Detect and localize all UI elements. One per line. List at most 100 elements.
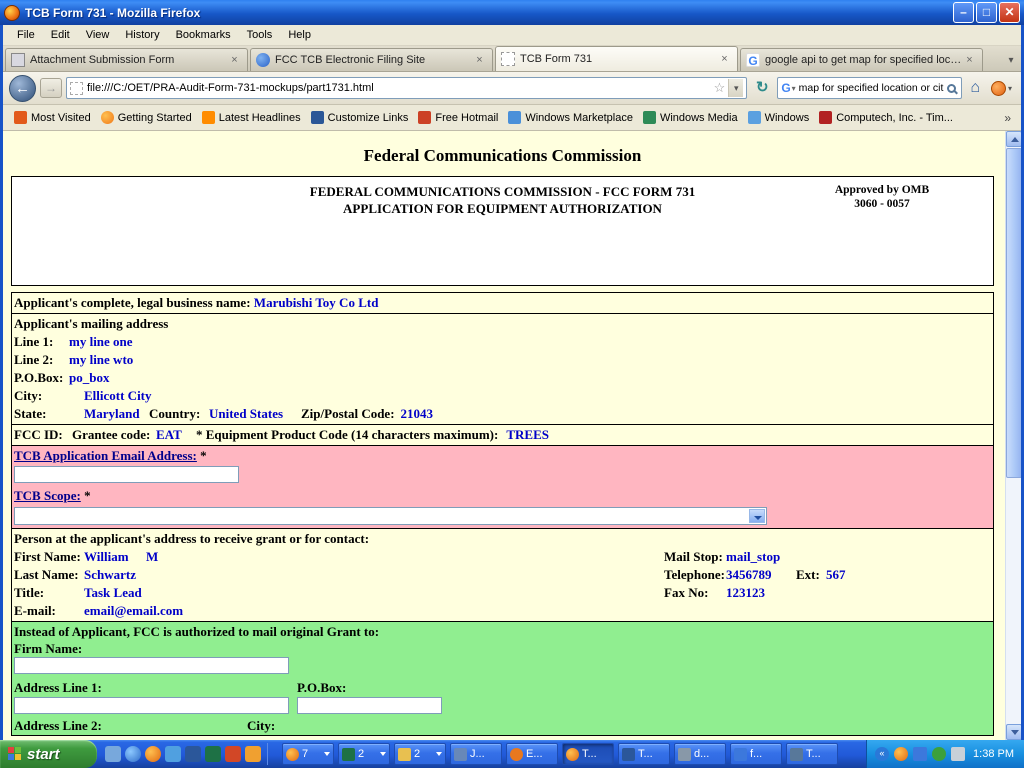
telephone-value: 3456789 [726,566,796,584]
tab-google-api-map[interactable]: G google api to get map for specified lo… [740,48,983,71]
reload-button[interactable]: ↻ [751,77,773,99]
powerpoint-icon[interactable] [225,746,241,762]
tray-shield-icon[interactable] [932,747,946,761]
tcb-email-label[interactable]: TCB Application Email Address: [14,448,197,463]
email-icon[interactable] [165,746,181,762]
tab-close-icon[interactable]: × [717,52,732,67]
vertical-scrollbar[interactable] [1005,131,1021,740]
bookmark-icon [14,111,27,124]
bookmark-windows-marketplace[interactable]: Windows Marketplace [503,109,638,126]
bookmark-computech[interactable]: Computech, Inc. - Tim... [814,109,958,126]
tcb-scope-select[interactable] [14,507,767,525]
scroll-down-button[interactable] [1006,724,1021,740]
menu-tools[interactable]: Tools [239,27,281,43]
menu-help[interactable]: Help [280,27,319,43]
task-button-e[interactable]: E... [506,743,558,765]
business-name-value: Marubishi Toy Co Ltd [254,295,379,310]
search-input[interactable] [799,82,948,94]
bookmark-windows-media[interactable]: Windows Media [638,109,743,126]
close-button[interactable]: ✕ [999,2,1020,23]
start-button[interactable]: start [0,740,97,768]
country-value: United States [209,405,301,423]
chevron-down-icon [380,752,386,756]
tab-close-icon[interactable]: × [962,53,977,68]
tab-close-icon[interactable]: × [472,53,487,68]
fcc-id-section: FCC ID:Grantee code:EAT* Equipment Produ… [12,424,993,445]
media-player-icon[interactable] [245,746,261,762]
task-button-word[interactable]: T... [618,743,670,765]
bookmark-free-hotmail[interactable]: Free Hotmail [413,109,503,126]
task-button-tcb-form[interactable]: T... [562,743,614,765]
search-box[interactable]: G ▾ [777,77,962,99]
tab-attachment-submission-form[interactable]: Attachment Submission Form × [5,48,248,71]
back-button[interactable]: ← [9,75,36,102]
menu-history[interactable]: History [117,27,167,43]
bookmark-icon [101,111,114,124]
mailing-heading: Applicant's mailing address [14,316,168,331]
menu-view[interactable]: View [78,27,118,43]
bookmark-icon [819,111,832,124]
chevron-down-icon [436,752,442,756]
addon-button[interactable]: ▾ [988,81,1015,96]
menu-edit[interactable]: Edit [43,27,78,43]
list-all-tabs-button[interactable]: ▾ [1002,51,1020,71]
task-button-t[interactable]: T... [786,743,838,765]
tray-collapse-button[interactable]: « [875,747,889,761]
rss-icon [202,111,215,124]
grant-address1-input[interactable] [14,697,289,714]
bookmark-star-icon[interactable]: ☆ [711,80,729,96]
taskbar-clock[interactable]: 1:38 PM [970,748,1014,760]
minimize-button[interactable]: – [953,2,974,23]
excel-icon[interactable] [205,746,221,762]
bookmark-icon [508,111,521,124]
select-dropdown-icon[interactable] [749,509,765,523]
tab-fcc-tcb-filing-site[interactable]: FCC TCB Electronic Filing Site × [250,48,493,71]
tcb-email-input[interactable] [14,466,239,483]
middle-initial-value: M [146,549,158,564]
bookmark-windows[interactable]: Windows [743,109,815,126]
grant-pobox-input[interactable] [297,697,442,714]
ie-icon[interactable] [125,746,141,762]
search-engine-dropdown[interactable]: ▾ [792,84,796,93]
scrollbar-thumb[interactable] [1006,148,1021,478]
bookmarks-toolbar: Most Visited Getting Started Latest Head… [3,105,1021,131]
bookmark-customize-links[interactable]: Customize Links [306,109,414,126]
task-button-d[interactable]: d... [674,743,726,765]
google-favicon: G [746,53,760,67]
tab-tcb-form-731[interactable]: TCB Form 731 × [495,46,738,71]
bookmark-latest-headlines[interactable]: Latest Headlines [197,109,306,126]
maximize-button[interactable]: □ [976,2,997,23]
show-desktop-icon[interactable] [105,746,121,762]
page-title: Federal Communications Commission [11,146,994,166]
firefox-quicklaunch-icon[interactable] [145,746,161,762]
pobox-value: po_box [69,370,109,385]
task-group-excel[interactable]: 2 [338,743,390,765]
grantee-code-value: EAT [156,426,196,444]
home-button[interactable]: ⌂ [966,79,984,97]
title-value: Task Lead [84,585,142,600]
menu-bookmarks[interactable]: Bookmarks [168,27,239,43]
bookmarks-overflow-button[interactable]: » [1000,111,1015,125]
tray-update-icon[interactable] [894,747,908,761]
task-button-f[interactable]: f... [730,743,782,765]
task-group-folders[interactable]: 2 [394,743,446,765]
search-magnifier-icon[interactable] [947,84,956,93]
firm-name-input[interactable] [14,657,289,674]
forward-button[interactable]: → [40,78,62,98]
tray-network-icon[interactable] [913,747,927,761]
required-mark: * [200,448,207,463]
word-icon[interactable] [185,746,201,762]
url-input[interactable] [87,82,711,94]
address-bar[interactable]: ☆ ▾ [66,77,747,99]
tray-volume-icon[interactable] [951,747,965,761]
site-favicon [256,53,270,67]
tcb-scope-label[interactable]: TCB Scope: [14,488,81,503]
bookmark-getting-started[interactable]: Getting Started [96,109,197,126]
tab-close-icon[interactable]: × [227,53,242,68]
task-group-firefox[interactable]: 7 [282,743,334,765]
scroll-up-button[interactable] [1006,131,1021,147]
menu-file[interactable]: File [9,27,43,43]
task-button-j[interactable]: J... [450,743,502,765]
bookmark-most-visited[interactable]: Most Visited [9,109,96,126]
url-history-dropdown[interactable]: ▾ [728,79,743,97]
